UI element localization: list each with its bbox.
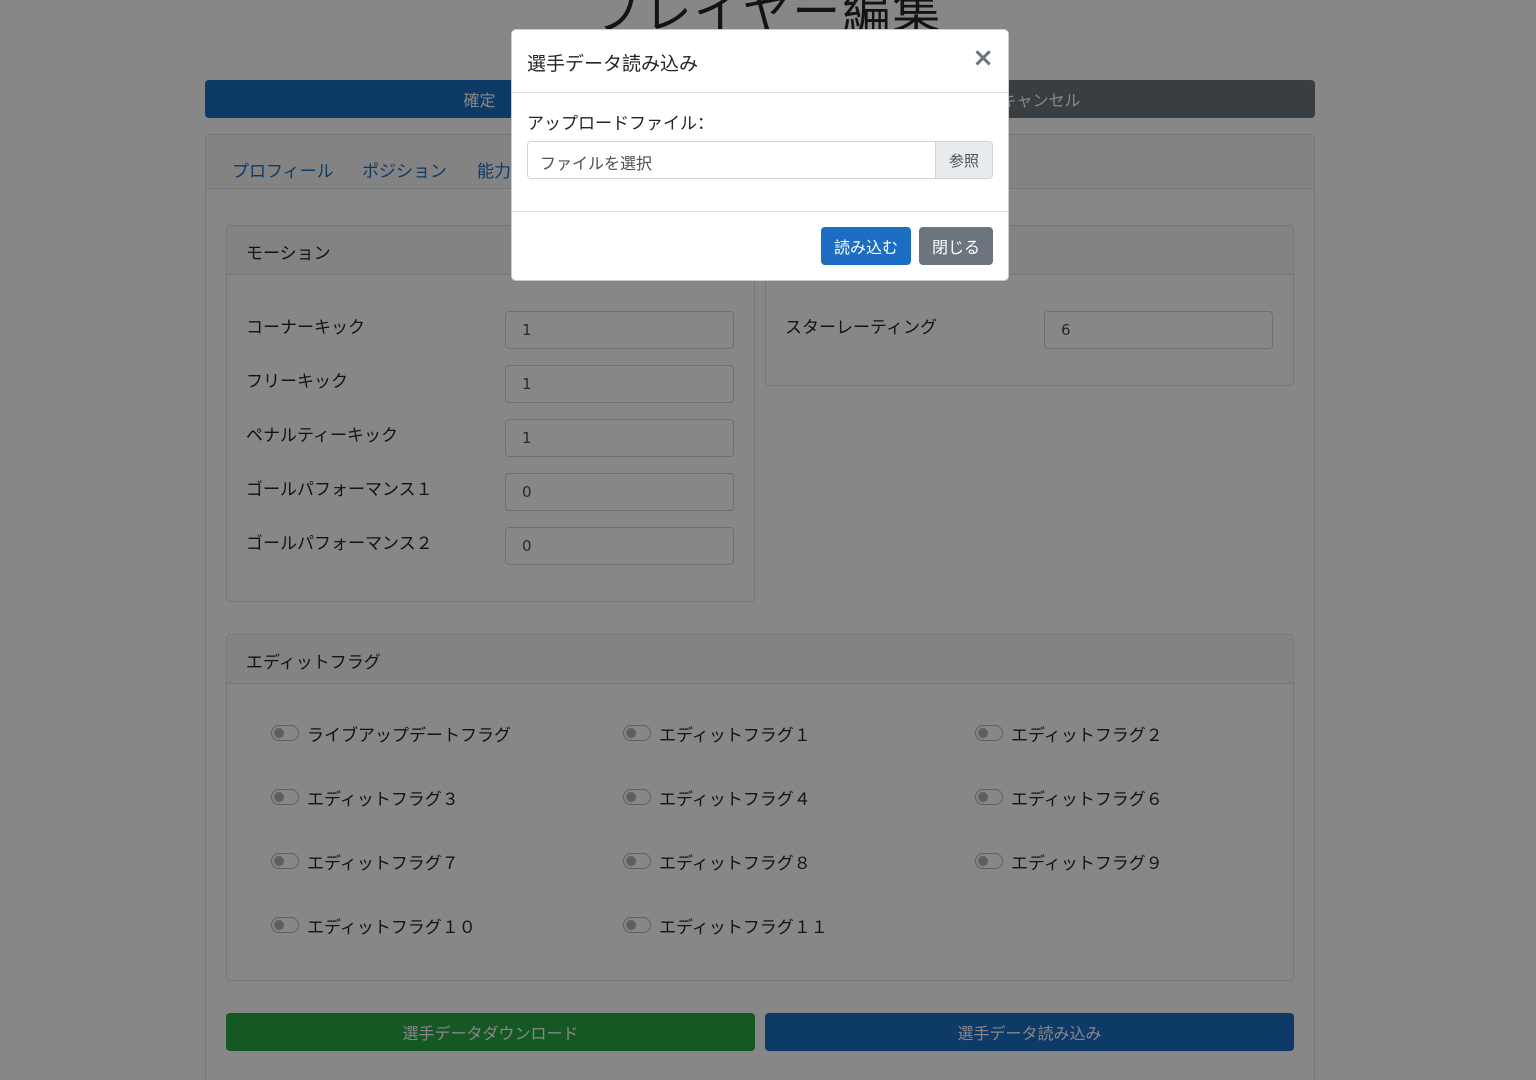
modal-title: 選手データ読み込み — [527, 53, 699, 75]
modal-header: 選手データ読み込み × — [512, 30, 1008, 93]
file-input[interactable]: ファイルを選択 参照 — [527, 141, 993, 179]
upload-file-label: アップロードファイル： — [527, 114, 714, 134]
browse-button[interactable]: 参照 — [935, 142, 992, 178]
load-player-data-modal: 選手データ読み込み × アップロードファイル： ファイルを選択 参照 読み込む … — [511, 29, 1009, 281]
close-button[interactable]: 閉じる — [919, 227, 993, 265]
load-button[interactable]: 読み込む — [821, 227, 911, 265]
modal-footer-divider — [512, 211, 1008, 212]
close-icon[interactable]: × — [972, 45, 994, 71]
file-input-placeholder: ファイルを選択 — [540, 154, 653, 173]
